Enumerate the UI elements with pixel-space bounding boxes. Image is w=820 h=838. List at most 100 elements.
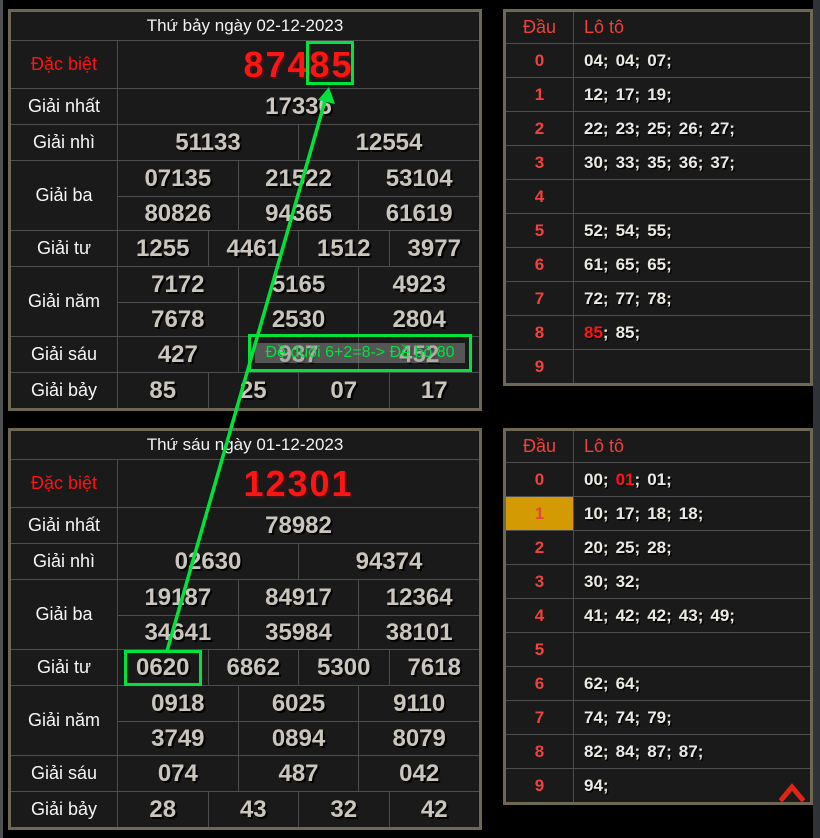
loto-values-cell	[574, 180, 810, 213]
prize-number: 2530	[272, 306, 325, 334]
dau-cell: 0	[506, 44, 574, 77]
loto-number: 42	[616, 606, 635, 625]
loto-values-cell: 85;85;	[574, 316, 810, 349]
loto-row: 222;23;25;26;27;	[506, 111, 810, 145]
loto-number: 74	[584, 708, 603, 727]
loto-values-cell: 72;77;78;	[574, 282, 810, 315]
prize-label: Giải bảy	[11, 373, 118, 408]
prize-number: 07	[330, 377, 357, 405]
dau-cell: 4	[506, 180, 574, 213]
dau-header-cell: Đầu	[506, 12, 574, 43]
loto-header-cell: Lô tô	[574, 17, 810, 38]
loto-number: 54	[616, 221, 635, 240]
loto-value: 04;	[616, 51, 641, 71]
dau-cell: 2	[506, 112, 574, 145]
prize-number: 17	[421, 377, 448, 405]
special-prize-row: Đặc biệt 12301	[11, 459, 479, 507]
loto-header-cell: Lô tô	[574, 436, 810, 457]
prize-lines: 17336	[118, 89, 479, 124]
loto-value: 25;	[647, 119, 672, 139]
loto-number: 41	[584, 606, 603, 625]
loto-values-cell: 52;54;55;	[574, 214, 810, 247]
prize-value-cell: 427	[118, 337, 238, 372]
prize-value-cell: 02630	[118, 544, 298, 579]
prize-value-cell: 61619	[358, 197, 479, 230]
special-prize-number: 87485	[118, 41, 479, 88]
loto-row: 330;33;35;36;37;	[506, 145, 810, 179]
prize-line: 346413598438101	[118, 615, 479, 649]
loto-row: 112;17;19;	[506, 77, 810, 111]
prize-value-cell: 53104	[358, 161, 479, 196]
prize-line: 374908948079	[118, 721, 479, 755]
loto-row: 885;85;	[506, 315, 810, 349]
prize-value-cell: 0620	[118, 650, 208, 685]
prize-label: Giải sáu	[11, 756, 118, 791]
prize-value-cell: 1512	[298, 231, 389, 266]
loto-value: 79;	[647, 708, 672, 728]
loto-number: 00	[584, 470, 603, 489]
loto-value: 36;	[679, 153, 704, 173]
loto-number: 85	[584, 323, 603, 342]
special-prize-label: Đặc biệt	[11, 41, 118, 88]
prize-value-cell: 937	[238, 337, 359, 372]
dau-cell: 1	[506, 497, 574, 530]
prize-lines: 074487042	[118, 756, 479, 791]
loto-value: 84;	[616, 742, 641, 762]
loto-value: 04;	[584, 51, 609, 71]
prize-label: Giải tư	[11, 650, 118, 685]
loto-value: 78;	[647, 289, 672, 309]
loto-number: 36	[679, 153, 698, 172]
prize-line: 78982	[118, 508, 479, 543]
prize-number: 2804	[392, 306, 445, 334]
prize-value-cell: 487	[238, 756, 359, 791]
prize-number: 85	[149, 377, 176, 405]
prize-number: 9110	[393, 690, 445, 718]
loto-number: 23	[616, 119, 635, 138]
loto-value: 25;	[616, 538, 641, 558]
loto-number: 65	[616, 255, 635, 274]
loto-values-cell: 22;23;25;26;27;	[574, 112, 810, 145]
loto-number: 25	[616, 538, 635, 557]
dau-cell: 8	[506, 316, 574, 349]
prize-number: 53104	[386, 165, 453, 193]
loto-number: 12	[584, 85, 603, 104]
loto-value: 26;	[679, 119, 704, 139]
prize-line: 767825302804	[118, 302, 479, 336]
loto-number: 79	[647, 708, 666, 727]
loto-number: 01	[616, 470, 635, 489]
loto-value: 64;	[616, 674, 641, 694]
dau-cell: 0	[506, 463, 574, 496]
prize-lines: 0263094374	[118, 544, 479, 579]
prize-lines: 071352152253104808269436561619	[118, 161, 479, 230]
loto-number: 27	[710, 119, 729, 138]
loto-values-cell: 62;64;	[574, 667, 810, 700]
prize-value-cell: 94374	[298, 544, 479, 579]
loto-table-day2: Đầu Lô tô 000;01;01;110;17;18;18;220;25;…	[503, 428, 813, 805]
prize-value-cell: 0894	[238, 722, 359, 755]
loto-number: 52	[584, 221, 603, 240]
loto-row: 110;17;18;18;	[506, 496, 810, 530]
loto-value: 20;	[584, 538, 609, 558]
prize-value-cell: 43	[208, 792, 299, 827]
loto-number: 33	[616, 153, 635, 172]
result-table-title: Thứ sáu ngày 01-12-2023	[11, 431, 479, 459]
prize-line: 1255446115123977	[118, 231, 479, 266]
prize-number: 78982	[265, 512, 332, 540]
prize-number: 42	[421, 796, 448, 824]
prize-line: 717251654923	[118, 267, 479, 302]
scroll-top-button[interactable]	[779, 782, 805, 803]
prize-value-cell: 51133	[118, 125, 298, 160]
prize-value-cell: 074	[118, 756, 238, 791]
loto-header: Đầu Lô tô	[506, 12, 810, 43]
prize-number: 34641	[144, 619, 211, 647]
prize-number: 5300	[317, 654, 370, 682]
prize-value-cell: 84917	[238, 580, 359, 615]
loto-number: 64	[616, 674, 635, 693]
loto-value: 01;	[616, 470, 641, 490]
prize-value-cell: 34641	[118, 616, 238, 649]
prize-row: Giải năm091860259110374908948079	[11, 685, 479, 755]
prize-row: Giải ba191878491712364346413598438101	[11, 579, 479, 649]
loto-value: 17;	[616, 504, 641, 524]
prize-value-cell: 94365	[238, 197, 359, 230]
prize-value-cell: 4461	[208, 231, 299, 266]
